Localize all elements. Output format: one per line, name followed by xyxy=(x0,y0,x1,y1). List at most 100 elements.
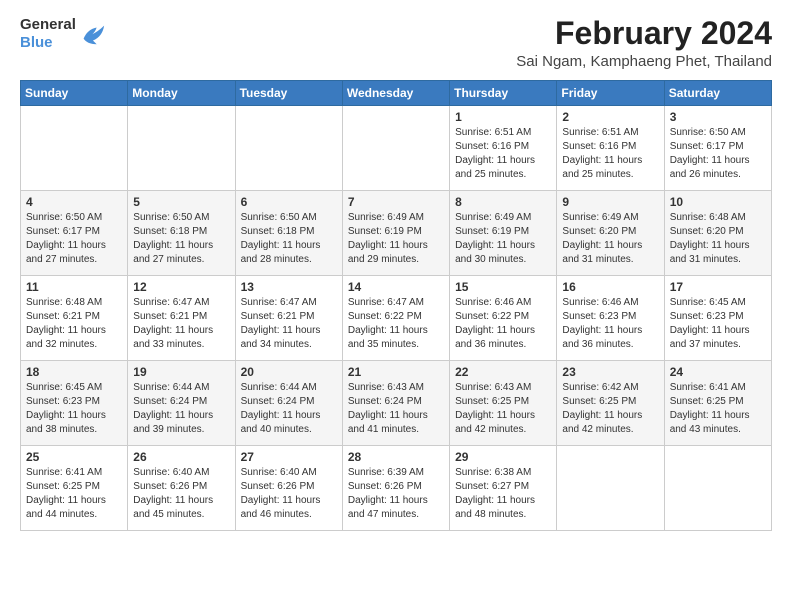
calendar-cell: 21Sunrise: 6:43 AMSunset: 6:24 PMDayligh… xyxy=(342,361,449,446)
day-info: Sunrise: 6:50 AMSunset: 6:17 PMDaylight:… xyxy=(26,211,122,267)
day-number: 6 xyxy=(241,195,337,209)
calendar-cell xyxy=(557,446,664,531)
calendar-header-sunday: Sunday xyxy=(21,81,128,106)
calendar-header-wednesday: Wednesday xyxy=(342,81,449,106)
calendar-cell: 10 Sunrise: 6:48 AMSunset: 6:20 PMDayligh… xyxy=(664,191,771,276)
calendar-header-row: SundayMondayTuesdayWednesdayThursdayFrid… xyxy=(21,81,772,106)
calendar-cell: 18 Sunrise: 6:45 AMSunset: 6:23 PMDayligh… xyxy=(21,361,128,446)
logo-bird-icon xyxy=(78,20,106,48)
calendar-cell xyxy=(664,446,771,531)
day-info: Sunrise: 6:47 AMSunset: 6:21 PMDaylight:… xyxy=(241,296,337,352)
calendar-cell: 16Sunrise: 6:46 AMSunset: 6:23 PMDayligh… xyxy=(557,276,664,361)
day-number: 20 xyxy=(241,365,337,379)
calendar-cell: 2 Sunrise: 6:51 AMSunset: 6:16 PMDaylight… xyxy=(557,106,664,191)
day-number: 24 xyxy=(670,365,766,379)
calendar-week-2: 11Sunrise: 6:48 AMSunset: 6:21 PMDayligh… xyxy=(21,276,772,361)
calendar-cell: 20 Sunrise: 6:44 AMSunset: 6:24 PMDayligh… xyxy=(235,361,342,446)
day-number: 18 xyxy=(26,365,122,379)
day-number: 22 xyxy=(455,365,551,379)
day-number: 3 xyxy=(670,110,766,124)
calendar-header-monday: Monday xyxy=(128,81,235,106)
day-number: 19 xyxy=(133,365,229,379)
calendar-cell xyxy=(235,106,342,191)
day-info: Sunrise: 6:45 AMSunset: 6:23 PMDaylight:… xyxy=(26,381,122,437)
calendar-cell: 13 Sunrise: 6:47 AMSunset: 6:21 PMDayligh… xyxy=(235,276,342,361)
day-info: Sunrise: 6:47 AMSunset: 6:21 PMDaylight:… xyxy=(133,296,229,352)
calendar-cell: 29 Sunrise: 6:38 AMSunset: 6:27 PMDayligh… xyxy=(450,446,557,531)
calendar-cell: 8 Sunrise: 6:49 AMSunset: 6:19 PMDaylight… xyxy=(450,191,557,276)
calendar-cell: 14 Sunrise: 6:47 AMSunset: 6:22 PMDayligh… xyxy=(342,276,449,361)
calendar-cell: 15Sunrise: 6:46 AMSunset: 6:22 PMDayligh… xyxy=(450,276,557,361)
day-info: Sunrise: 6:48 AMSunset: 6:20 PMDaylight:… xyxy=(670,211,766,267)
calendar-cell: 3 Sunrise: 6:50 AMSunset: 6:17 PMDaylight… xyxy=(664,106,771,191)
day-number: 1 xyxy=(455,110,551,124)
day-number: 23 xyxy=(562,365,658,379)
day-info: Sunrise: 6:47 AMSunset: 6:22 PMDaylight:… xyxy=(348,296,444,352)
day-info: Sunrise: 6:45 AMSunset: 6:23 PMDaylight:… xyxy=(670,296,766,352)
title-block: February 2024 Sai Ngam, Kamphaeng Phet, … xyxy=(516,16,772,70)
day-number: 8 xyxy=(455,195,551,209)
day-info: Sunrise: 6:41 AMSunset: 6:25 PMDaylight:… xyxy=(670,381,766,437)
day-info: Sunrise: 6:40 AMSunset: 6:26 PMDaylight:… xyxy=(241,466,337,522)
day-info: Sunrise: 6:46 AMSunset: 6:22 PMDaylight:… xyxy=(455,296,551,352)
day-info: Sunrise: 6:50 AMSunset: 6:18 PMDaylight:… xyxy=(133,211,229,267)
calendar-cell: 25Sunrise: 6:41 AMSunset: 6:25 PMDayligh… xyxy=(21,446,128,531)
day-number: 11 xyxy=(26,280,122,294)
calendar-week-3: 18 Sunrise: 6:45 AMSunset: 6:23 PMDayligh… xyxy=(21,361,772,446)
day-info: Sunrise: 6:38 AMSunset: 6:27 PMDaylight:… xyxy=(455,466,551,522)
day-info: Sunrise: 6:42 AMSunset: 6:25 PMDaylight:… xyxy=(562,381,658,437)
calendar-week-0: 1 Sunrise: 6:51 AMSunset: 6:16 PMDaylight… xyxy=(21,106,772,191)
subtitle: Sai Ngam, Kamphaeng Phet, Thailand xyxy=(516,53,772,70)
calendar-cell: 6 Sunrise: 6:50 AMSunset: 6:18 PMDaylight… xyxy=(235,191,342,276)
day-info: Sunrise: 6:51 AMSunset: 6:16 PMDaylight:… xyxy=(562,126,658,182)
calendar-body: 1 Sunrise: 6:51 AMSunset: 6:16 PMDaylight… xyxy=(21,106,772,531)
day-number: 7 xyxy=(348,195,444,209)
main-title: February 2024 xyxy=(516,16,772,51)
day-number: 29 xyxy=(455,450,551,464)
calendar-header-saturday: Saturday xyxy=(664,81,771,106)
calendar-cell: 22 Sunrise: 6:43 AMSunset: 6:25 PMDayligh… xyxy=(450,361,557,446)
calendar-cell: 27 Sunrise: 6:40 AMSunset: 6:26 PMDayligh… xyxy=(235,446,342,531)
day-number: 27 xyxy=(241,450,337,464)
day-number: 5 xyxy=(133,195,229,209)
day-number: 28 xyxy=(348,450,444,464)
calendar-header-thursday: Thursday xyxy=(450,81,557,106)
day-number: 13 xyxy=(241,280,337,294)
day-number: 14 xyxy=(348,280,444,294)
day-number: 4 xyxy=(26,195,122,209)
day-number: 12 xyxy=(133,280,229,294)
calendar-cell: 11Sunrise: 6:48 AMSunset: 6:21 PMDayligh… xyxy=(21,276,128,361)
day-info: Sunrise: 6:50 AMSunset: 6:18 PMDaylight:… xyxy=(241,211,337,267)
day-info: Sunrise: 6:50 AMSunset: 6:17 PMDaylight:… xyxy=(670,126,766,182)
day-info: Sunrise: 6:51 AMSunset: 6:16 PMDaylight:… xyxy=(455,126,551,182)
day-info: Sunrise: 6:49 AMSunset: 6:19 PMDaylight:… xyxy=(455,211,551,267)
day-info: Sunrise: 6:43 AMSunset: 6:25 PMDaylight:… xyxy=(455,381,551,437)
logo-general: General xyxy=(20,16,76,34)
day-info: Sunrise: 6:46 AMSunset: 6:23 PMDaylight:… xyxy=(562,296,658,352)
calendar-cell: 23 Sunrise: 6:42 AMSunset: 6:25 PMDayligh… xyxy=(557,361,664,446)
day-info: Sunrise: 6:49 AMSunset: 6:19 PMDaylight:… xyxy=(348,211,444,267)
day-number: 17 xyxy=(670,280,766,294)
day-info: Sunrise: 6:49 AMSunset: 6:20 PMDaylight:… xyxy=(562,211,658,267)
calendar-cell xyxy=(21,106,128,191)
day-number: 26 xyxy=(133,450,229,464)
calendar-cell: 7 Sunrise: 6:49 AMSunset: 6:19 PMDaylight… xyxy=(342,191,449,276)
logo: General Blue xyxy=(20,16,106,52)
calendar-cell xyxy=(342,106,449,191)
day-info: Sunrise: 6:40 AMSunset: 6:26 PMDaylight:… xyxy=(133,466,229,522)
calendar-header-tuesday: Tuesday xyxy=(235,81,342,106)
calendar-cell: 17 Sunrise: 6:45 AMSunset: 6:23 PMDayligh… xyxy=(664,276,771,361)
day-info: Sunrise: 6:39 AMSunset: 6:26 PMDaylight:… xyxy=(348,466,444,522)
calendar-cell: 28 Sunrise: 6:39 AMSunset: 6:26 PMDayligh… xyxy=(342,446,449,531)
calendar-cell xyxy=(128,106,235,191)
day-info: Sunrise: 6:44 AMSunset: 6:24 PMDaylight:… xyxy=(241,381,337,437)
calendar-table: SundayMondayTuesdayWednesdayThursdayFrid… xyxy=(20,80,772,531)
day-number: 10 xyxy=(670,195,766,209)
calendar-cell: 19 Sunrise: 6:44 AMSunset: 6:24 PMDayligh… xyxy=(128,361,235,446)
day-number: 2 xyxy=(562,110,658,124)
logo-blue: Blue xyxy=(20,34,76,52)
calendar-cell: 4 Sunrise: 6:50 AMSunset: 6:17 PMDaylight… xyxy=(21,191,128,276)
day-info: Sunrise: 6:44 AMSunset: 6:24 PMDaylight:… xyxy=(133,381,229,437)
calendar-cell: 12 Sunrise: 6:47 AMSunset: 6:21 PMDayligh… xyxy=(128,276,235,361)
calendar-header-friday: Friday xyxy=(557,81,664,106)
